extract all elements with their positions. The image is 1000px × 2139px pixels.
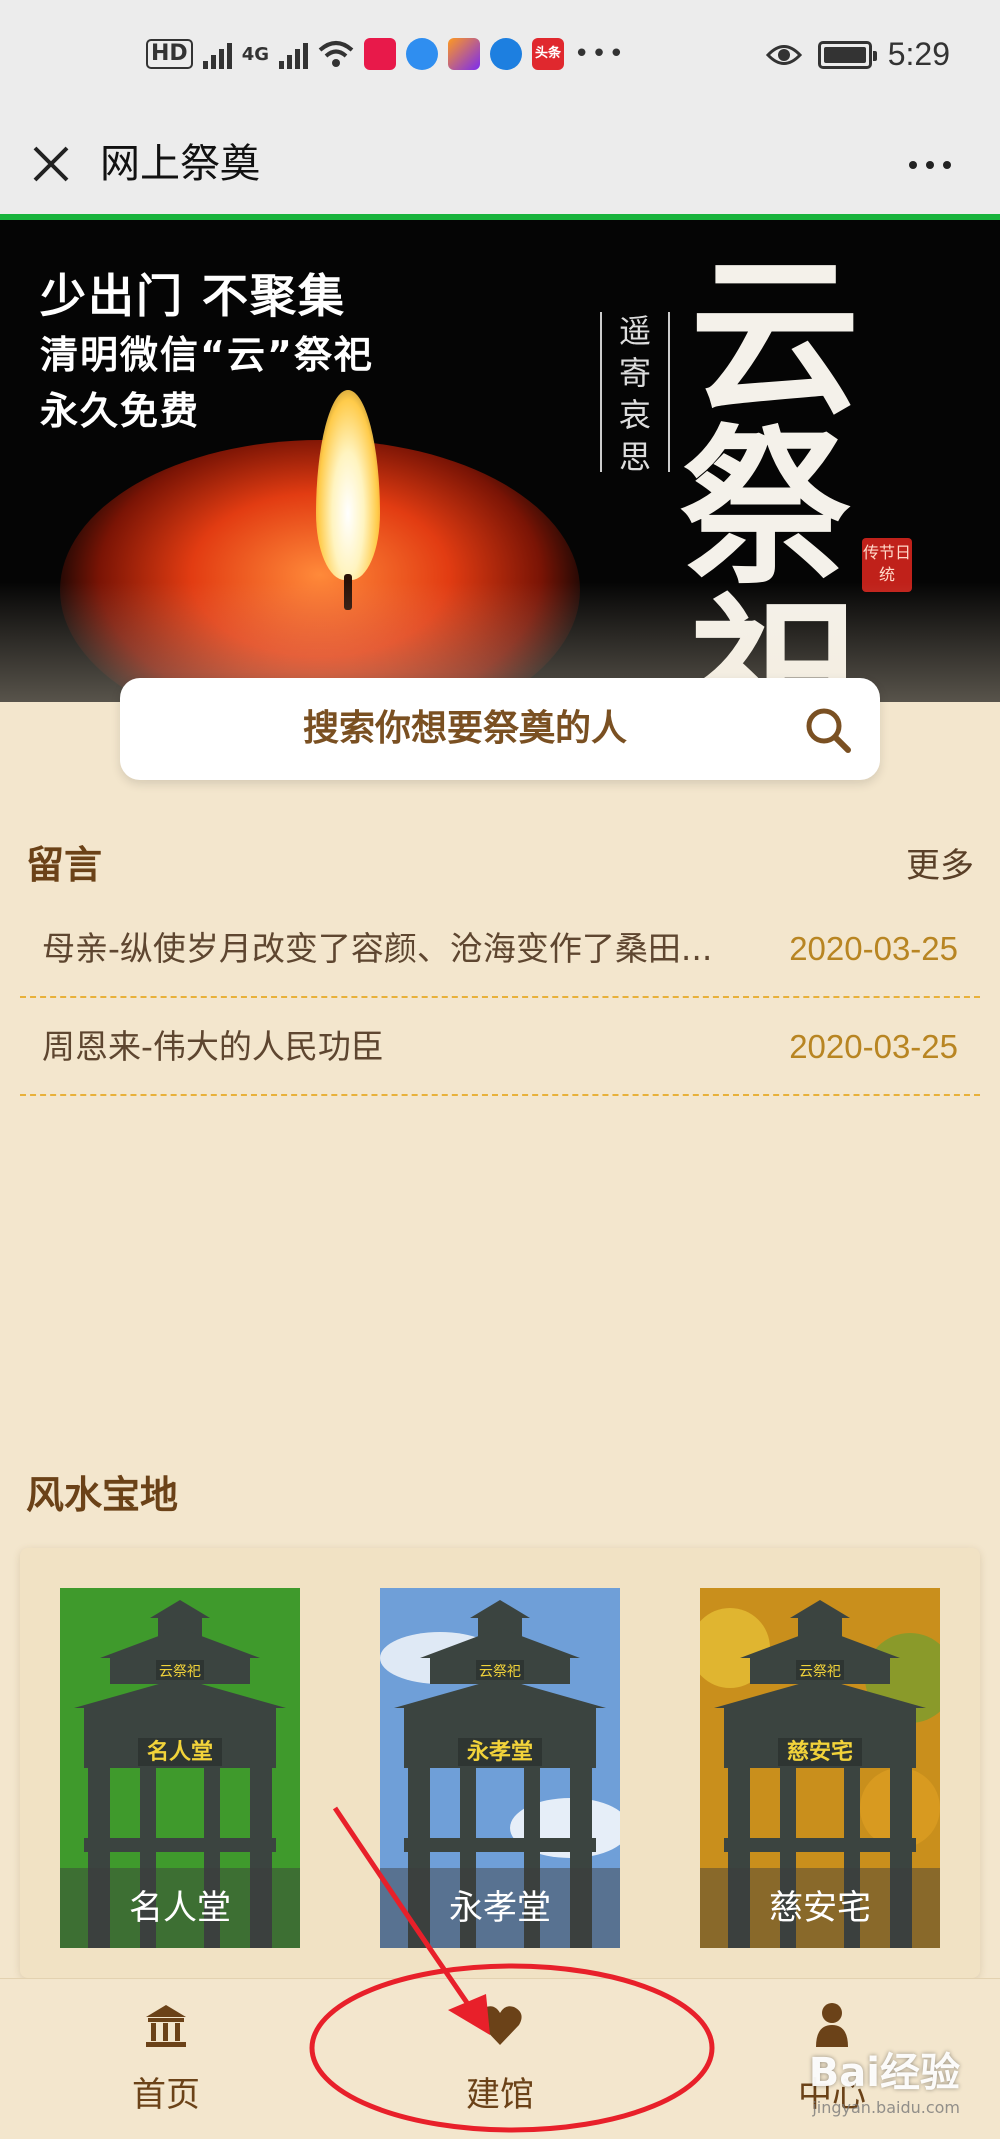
status-bar-left: HD 4G 头条 •••: [146, 38, 626, 70]
news-app-icon: 头条: [532, 38, 564, 70]
hall-label: 永孝堂: [380, 1868, 620, 1948]
browser-app-icon: [406, 38, 438, 70]
banner-slogan-2: 清明微信“云”祭祀: [40, 333, 374, 377]
hall-label: 慈安宅: [700, 1868, 940, 1948]
battery-icon: [817, 40, 877, 69]
banner-slogan-3: 永久免费: [40, 389, 201, 433]
network-type: 4G: [241, 43, 269, 65]
hall-card-yongxiaotang[interactable]: 云祭祀 永孝堂 永孝堂: [380, 1588, 620, 1948]
banner-vertical-text: 遥寄哀思: [618, 312, 651, 476]
hall-card-mingrentang[interactable]: 云祭祀 名人堂 名人堂: [60, 1588, 300, 1948]
nav-item-build-hall[interactable]: 建馆: [400, 1979, 600, 2139]
close-icon: [33, 146, 69, 182]
watermark-text: Bai经验: [808, 2050, 960, 2096]
dot-icon: [926, 161, 934, 169]
close-button[interactable]: [28, 134, 74, 194]
clock: 5:29: [887, 36, 950, 72]
nav-item-home[interactable]: 首页: [66, 1979, 266, 2139]
message-date: 2020-03-25: [789, 930, 958, 967]
banner-divider: [600, 312, 602, 472]
message-row[interactable]: 母亲-纵使岁月改变了容颜、沧海变作了桑田... 2020-03-25: [20, 900, 980, 998]
nav-label: 建馆: [466, 2075, 534, 2115]
banner-slogan-1: 少出门 不聚集: [40, 269, 347, 323]
status-bar: HD 4G 头条 ••• 5:29: [0, 0, 1000, 112]
message-date: 2020-03-25: [789, 1028, 958, 1065]
message-row[interactable]: 周恩来-伟大的人民功臣 2020-03-25: [20, 998, 980, 1096]
message-title: 周恩来-伟大的人民功臣: [42, 1027, 384, 1066]
hall-label: 名人堂: [60, 1868, 300, 1948]
signal-icon-2: [279, 39, 308, 69]
title-bar: 网上祭奠: [0, 112, 1000, 216]
temple-icon: [146, 2005, 186, 2047]
top-plaque-text: 云祭祀: [479, 1664, 521, 1680]
status-bar-right: 5:29: [765, 36, 950, 73]
banner[interactable]: 少出门 不聚集 清明微信“云”祭祀 永久免费 遥寄哀思 云 祭 祀 传节日统: [0, 220, 1000, 702]
play-app-icon: [448, 38, 480, 70]
gate-plaque-text: 慈安宅: [787, 1739, 853, 1765]
halls-title: 风水宝地: [26, 1473, 179, 1517]
candle-flame: [316, 390, 380, 580]
signal-icon: [202, 39, 232, 69]
page-title: 网上祭奠: [100, 141, 260, 187]
eye-icon: [765, 44, 802, 65]
message-title: 母亲-纵使岁月改变了容颜、沧海变作了桑田...: [42, 929, 713, 968]
search-placeholder: 搜索你想要祭奠的人: [302, 708, 627, 749]
video-app-icon: [364, 38, 396, 70]
search-bar[interactable]: 搜索你想要祭奠的人: [120, 678, 880, 780]
messages-title: 留言: [26, 843, 103, 887]
watermark-url: jingyan.baidu.com: [812, 2098, 960, 2117]
top-plaque-text: 云祭祀: [799, 1664, 841, 1680]
wifi-icon: [318, 41, 354, 67]
messages-more-link[interactable]: 更多: [906, 838, 974, 887]
top-plaque-text: 云祭祀: [159, 1664, 201, 1680]
gate-plaque-text: 永孝堂: [467, 1739, 533, 1765]
hd-indicator: HD: [146, 39, 193, 69]
more-notifications-icon: •••: [574, 39, 627, 69]
heart-icon: [478, 2006, 522, 2045]
watermark: Bai经验 jingyan.baidu.com: [809, 2040, 960, 2117]
dot-icon: [943, 161, 951, 169]
dot-icon: [909, 161, 917, 169]
nav-label: 首页: [132, 2075, 200, 2115]
banner-divider: [668, 312, 670, 472]
hall-card-ciyanzhai[interactable]: 云祭祀 慈安宅 慈安宅: [700, 1588, 940, 1948]
more-options-button[interactable]: [900, 140, 960, 190]
search-icon[interactable]: [802, 704, 854, 756]
ie-app-icon: [490, 38, 522, 70]
gate-plaque-text: 名人堂: [147, 1739, 213, 1765]
